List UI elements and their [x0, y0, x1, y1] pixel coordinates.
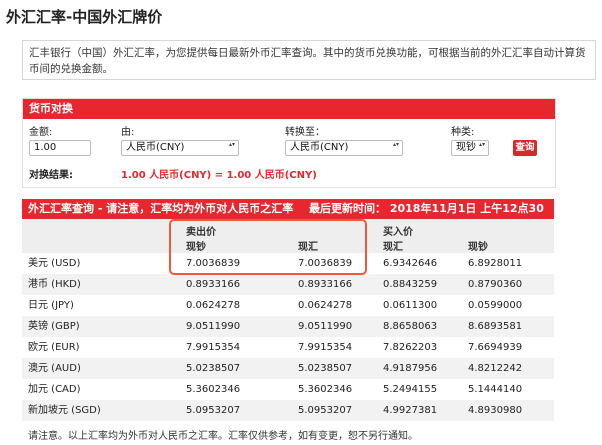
col-buy-remit: 现汇 [383, 242, 403, 253]
table-row: 欧元 (EUR) 7.9915354 7.9915354 7.8262203 7.669… [22, 337, 554, 358]
rate-type-value: 现钞 [456, 142, 476, 153]
buy-remit-value: 0.0611300 [383, 300, 438, 311]
buy-cash-value: 8.6893581 [468, 321, 523, 332]
converter-header: 货币对换 [23, 99, 555, 119]
from-currency-select[interactable]: 人民币(CNY) [121, 140, 239, 156]
currency-name: 欧元 (EUR) [28, 342, 80, 353]
currency-converter-panel: 货币对换 金额: 由: 转换至： 种类: 1.00 人民币(CNY) 人民币(C… [22, 98, 556, 188]
sell-remit-value: 5.3602346 [298, 384, 353, 395]
currency-name: 英镑 (GBP) [28, 321, 80, 332]
buy-remit-value: 8.8658063 [383, 321, 438, 332]
rates-header: 外汇汇率查询 - 请注意，汇率均为外币对人民币之汇率 最后更新时间： 2018年… [22, 199, 554, 235]
sell-remit-value: 5.0238507 [298, 363, 353, 374]
rate-type-select[interactable]: 现钞 [451, 140, 489, 156]
sell-remit-value: 0.8933166 [298, 279, 353, 290]
sell-cash-value: 5.0953207 [186, 405, 241, 416]
buy-cash-value: 4.8212242 [468, 363, 523, 374]
buy-cash-value: 5.1444140 [468, 384, 523, 395]
amount-input[interactable]: 1.00 [29, 140, 91, 156]
query-button[interactable]: 查询 [513, 140, 537, 156]
sell-cash-value: 5.0238507 [186, 363, 241, 374]
sell-price-highlight [169, 219, 367, 275]
sell-remit-value: 0.0624278 [298, 300, 353, 311]
result-value: 1.00 人民币(CNY) = 1.00 人民币(CNY) [121, 170, 317, 181]
table-row: 日元 (JPY) 0.0624278 0.0624278 0.0611300 0.059… [22, 295, 554, 316]
buy-remit-value: 4.9927381 [383, 405, 438, 416]
rates-rows: 美元 (USD) 7.0036839 7.0036839 6.9342646 6.892… [22, 253, 554, 421]
buy-cash-value: 4.8930980 [468, 405, 523, 416]
buy-price-header: 买入价 [383, 227, 413, 238]
buy-remit-value: 5.2494155 [383, 384, 438, 395]
sell-cash-value: 0.8933166 [186, 279, 241, 290]
sell-cash-value: 7.9915354 [186, 342, 241, 353]
currency-name: 美元 (USD) [28, 258, 81, 269]
col-buy-cash: 现钞 [468, 242, 488, 253]
buy-remit-value: 4.9187956 [383, 363, 438, 374]
currency-name: 日元 (JPY) [28, 300, 74, 311]
sell-remit-value: 9.0511990 [298, 321, 353, 332]
buy-remit-value: 6.9342646 [383, 258, 438, 269]
sell-remit-value: 7.9915354 [298, 342, 353, 353]
buy-remit-value: 0.8843259 [383, 279, 438, 290]
buy-remit-value: 7.8262203 [383, 342, 438, 353]
from-currency-value: 人民币(CNY) [126, 142, 185, 153]
buy-cash-value: 7.6694939 [468, 342, 523, 353]
sell-cash-value: 5.3602346 [186, 384, 241, 395]
page-title: 外汇汇率-中国外汇牌价 [6, 8, 163, 26]
amount-label: 金额: [29, 127, 53, 138]
table-row: 加元 (CAD) 5.3602346 5.3602346 5.2494155 5.144… [22, 379, 554, 400]
type-label: 种类: [451, 127, 475, 138]
rates-footnote: 请注意。以上汇率均为外币对人民币之汇率。汇率仅供参考，如有变更，恕不另行通知。 [28, 431, 418, 442]
buy-cash-value: 6.8928011 [468, 258, 523, 269]
buy-cash-value: 0.0599000 [468, 300, 523, 311]
currency-name: 港币 (HKD) [28, 279, 81, 290]
from-label: 由: [121, 127, 135, 138]
currency-name: 新加坡元 (SGD) [28, 405, 101, 416]
to-label: 转换至： [285, 127, 325, 138]
to-currency-value: 人民币(CNY) [290, 142, 349, 153]
table-row: 英镑 (GBP) 9.0511990 9.0511990 8.8658063 8.689… [22, 316, 554, 337]
table-row: 澳元 (AUD) 5.0238507 5.0238507 4.9187956 4.821… [22, 358, 554, 379]
sell-remit-value: 5.0953207 [298, 405, 353, 416]
currency-name: 澳元 (AUD) [28, 363, 81, 374]
to-currency-select[interactable]: 人民币(CNY) [285, 140, 403, 156]
sell-cash-value: 9.0511990 [186, 321, 241, 332]
buy-cash-value: 0.8790360 [468, 279, 523, 290]
result-label: 对换结果: [29, 170, 73, 181]
table-row: 新加坡元 (SGD) 5.0953207 5.0953207 4.9927381 4.8… [22, 400, 554, 421]
table-row: 港币 (HKD) 0.8933166 0.8933166 0.8843259 0.879… [22, 274, 554, 295]
currency-name: 加元 (CAD) [28, 384, 81, 395]
intro-text: 汇丰银行（中国）外汇汇率，为您提供每日最新外币汇率查询。其中的货币兑换功能，可根… [22, 40, 596, 80]
rates-header-title: 外汇汇率查询 - 请注意，汇率均为外币对人民币之汇率 [28, 202, 294, 215]
sell-cash-value: 0.0624278 [186, 300, 241, 311]
